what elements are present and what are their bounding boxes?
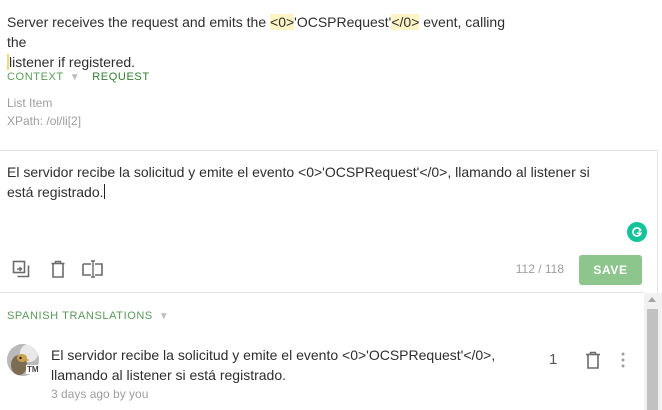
character-count: 112 / 118 (515, 262, 564, 276)
more-vertical-icon[interactable] (619, 351, 627, 369)
translations-title: SPANISH TRANSLATIONS (7, 310, 153, 322)
vote-count[interactable]: 1 (549, 351, 557, 368)
source-line-2: listener if registered. (7, 54, 136, 70)
source-string: Server receives the request and emits th… (7, 12, 527, 72)
scroll-up-icon[interactable] (648, 297, 656, 302)
request-link[interactable]: REQUEST (92, 71, 149, 83)
context-line-xpath: XPath: /ol/li[2] (7, 114, 82, 128)
translation-suggestion-text[interactable]: El servidor recibe la solicitud y emite … (51, 345, 521, 385)
trash-icon[interactable] (584, 350, 602, 370)
copy-source-icon[interactable] (11, 259, 31, 279)
context-line-element: List Item (7, 96, 53, 110)
delete-icon[interactable] (48, 259, 68, 279)
scrollbar-thumb[interactable] (647, 309, 658, 410)
tm-badge: TM (26, 365, 40, 374)
translation-editor[interactable]: El servidor recibe la solicitud y emite … (7, 162, 607, 202)
editor-border (657, 150, 658, 293)
context-toggle[interactable]: CONTEXT (7, 71, 64, 83)
divider (0, 150, 658, 151)
chevron-down-icon[interactable]: ▼ (159, 311, 170, 322)
save-button[interactable]: SAVE (579, 255, 642, 285)
source-tag-open[interactable]: <0> (270, 14, 295, 30)
chevron-down-icon[interactable]: ▼ (70, 72, 81, 83)
text-cursor (103, 184, 105, 199)
translations-header[interactable]: SPANISH TRANSLATIONS ▼ (7, 310, 169, 322)
source-tag-close[interactable]: </0> (391, 14, 420, 30)
context-tabs: CONTEXT ▼ REQUEST (7, 71, 150, 83)
source-text-start: Server receives the request and emits th… (7, 14, 271, 30)
divider (0, 292, 644, 293)
source-tag-content: 'OCSPRequest' (294, 14, 392, 30)
context-details: List Item XPath: /ol/li[2] (7, 94, 81, 130)
translation-input-text[interactable]: El servidor recibe la solicitud y emite … (7, 164, 590, 200)
grammar-check-icon[interactable] (627, 222, 647, 242)
translation-timestamp: 3 days ago by you (51, 387, 149, 401)
clear-format-icon[interactable] (81, 259, 103, 279)
